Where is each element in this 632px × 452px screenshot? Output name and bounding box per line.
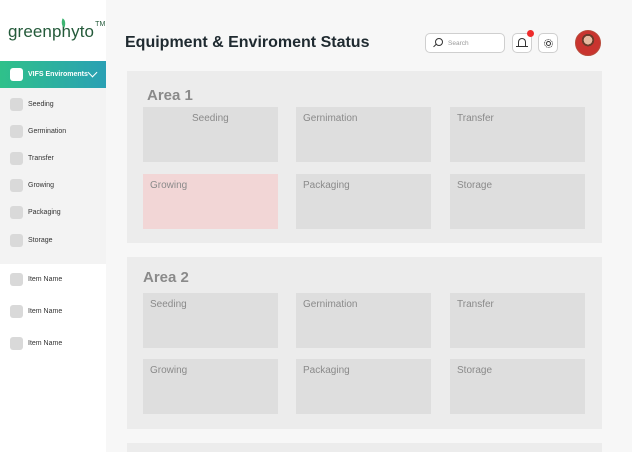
sidebar-item-label: Germination (28, 127, 67, 135)
sidebar-submenu: Seeding Germination Transfer Growing Pac… (0, 88, 106, 264)
tile-label: Growing (150, 180, 188, 191)
area-panel (127, 443, 602, 452)
area-tile-storage[interactable]: Storage (450, 174, 585, 229)
logo: greenphytoTM (8, 21, 106, 42)
sidebar-item-label: Item Name (28, 339, 63, 347)
sidebar-item-label: Seeding (28, 100, 54, 108)
area-tile-growing[interactable]: Growing (143, 174, 278, 229)
sidebar-item-label: Storage (28, 236, 53, 244)
area-tile-germination[interactable]: Gernimation (296, 293, 431, 348)
logo-trademark: TM (95, 21, 106, 29)
tile-label: Transfer (457, 113, 494, 124)
tile-label: Gernimation (303, 299, 358, 310)
checkbox-icon[interactable] (10, 124, 23, 138)
tile-label: Growing (150, 365, 188, 376)
area-panel: Area 1 Seeding Gernimation Transfer Grow… (127, 71, 602, 243)
sidebar-item-transfer[interactable]: Transfer (10, 151, 54, 165)
tile-label: Transfer (457, 299, 494, 310)
area-title: Area 1 (147, 87, 193, 104)
sidebar-item-label: Growing (28, 181, 55, 189)
logo-text: greenphyto (8, 22, 95, 41)
tile-label: Seeding (150, 299, 187, 310)
area-tile-transfer[interactable]: Transfer (450, 107, 585, 162)
sidebar-item-seeding[interactable]: Seeding (10, 97, 54, 111)
checkbox-icon[interactable] (10, 97, 23, 111)
sidebar-item-label: Packaging (28, 208, 61, 216)
chevron-down-icon[interactable] (87, 67, 98, 78)
tile-label: Storage (457, 180, 493, 191)
settings-button[interactable] (538, 33, 558, 53)
sidebar-group-label: VIFS Enviroments (28, 71, 88, 78)
checkbox-icon[interactable] (10, 151, 23, 165)
sidebar: greenphytoTM VIFS Enviroments Seeding Ge… (0, 0, 106, 452)
sidebar-item-label: Item Name (28, 275, 63, 283)
sidebar-item-label: Transfer (28, 154, 54, 162)
bell-icon (516, 38, 528, 47)
checkbox-icon[interactable] (10, 304, 23, 318)
sidebar-item-germination[interactable]: Germination (10, 124, 66, 138)
area-panel: Area 2 Seeding Gernimation Transfer Grow… (127, 257, 602, 429)
search-input[interactable]: Search (425, 33, 505, 53)
search-icon (433, 38, 443, 48)
tile-label: Packaging (303, 365, 350, 376)
checkbox-icon[interactable] (10, 178, 23, 192)
area-tile-growing[interactable]: Growing (143, 359, 278, 414)
checkbox-icon[interactable] (10, 233, 23, 247)
checkbox-icon (10, 68, 23, 81)
sidebar-item-label: Item Name (28, 307, 63, 315)
area-tile-seeding[interactable]: Seeding (143, 107, 278, 162)
tile-label: Seeding (192, 113, 229, 124)
sidebar-item-storage[interactable]: Storage (10, 233, 53, 247)
area-title: Area 2 (143, 269, 189, 286)
tile-label: Packaging (303, 180, 350, 191)
sidebar-item-extra[interactable]: Item Name (10, 336, 62, 350)
sidebar-item-packaging[interactable]: Packaging (10, 205, 61, 219)
avatar[interactable] (575, 30, 601, 56)
checkbox-icon[interactable] (10, 272, 23, 286)
search-placeholder: Search (448, 39, 469, 47)
sidebar-item-extra[interactable]: Item Name (10, 272, 62, 286)
page-title: Equipment & Enviroment Status (125, 34, 370, 51)
gear-icon (543, 38, 553, 48)
area-tile-packaging[interactable]: Packaging (296, 359, 431, 414)
area-tile-seeding[interactable]: Seeding (143, 293, 278, 348)
checkbox-icon[interactable] (10, 205, 23, 219)
tile-label: Storage (457, 365, 493, 376)
area-tile-transfer[interactable]: Transfer (450, 293, 585, 348)
tile-label: Gernimation (303, 113, 358, 124)
area-tile-germination[interactable]: Gernimation (296, 107, 431, 162)
area-tile-packaging[interactable]: Packaging (296, 174, 431, 229)
sidebar-group-vifs-environments[interactable]: VIFS Enviroments (0, 61, 106, 88)
area-tile-storage[interactable]: Storage (450, 359, 585, 414)
checkbox-icon[interactable] (10, 336, 23, 350)
notification-badge (527, 30, 534, 37)
sidebar-item-growing[interactable]: Growing (10, 178, 54, 192)
sidebar-item-extra[interactable]: Item Name (10, 304, 62, 318)
